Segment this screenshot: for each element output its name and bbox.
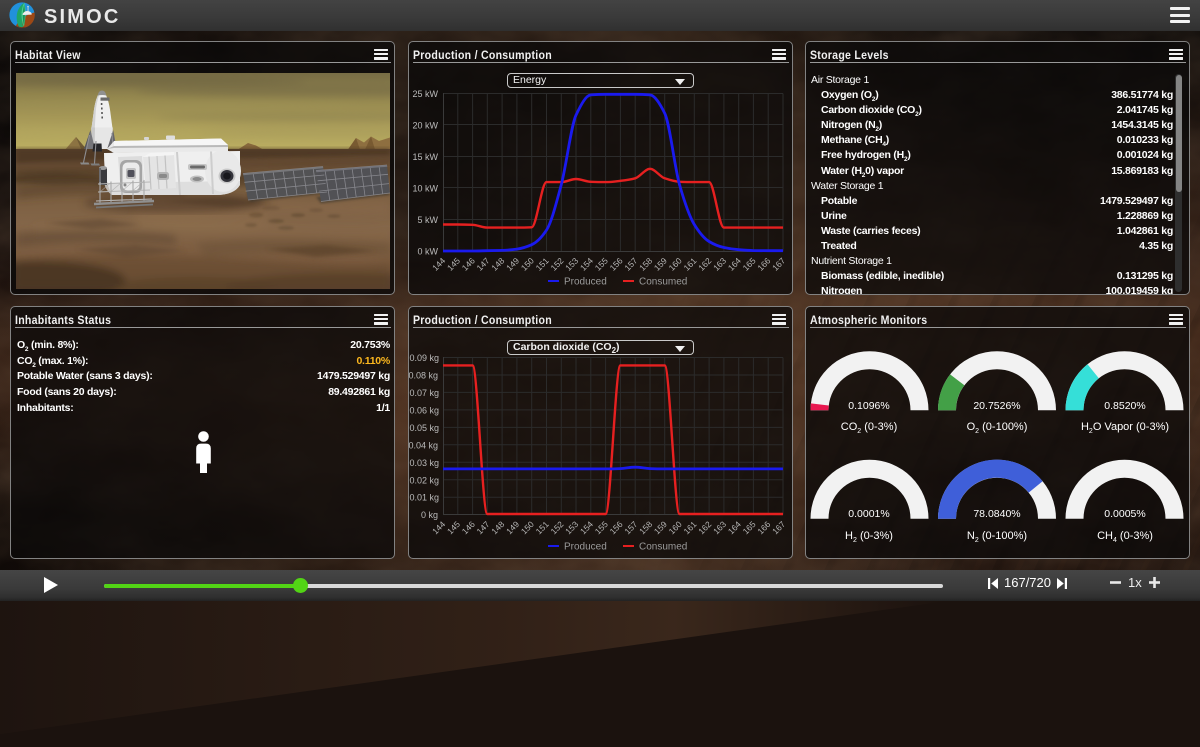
svg-text:158: 158 — [637, 519, 654, 536]
svg-text:153: 153 — [563, 519, 580, 536]
svg-text:144: 144 — [430, 519, 447, 536]
svg-text:166: 166 — [755, 255, 772, 272]
svg-text:159: 159 — [652, 255, 669, 272]
svg-text:149: 149 — [504, 519, 521, 536]
svg-text:166: 166 — [755, 519, 772, 536]
svg-text:0.09 kg: 0.09 kg — [409, 353, 439, 363]
svg-text:162: 162 — [696, 255, 713, 272]
svg-text:Produced: Produced — [564, 542, 607, 553]
svg-text:147: 147 — [474, 255, 491, 272]
svg-text:163: 163 — [711, 519, 728, 536]
svg-text:15 kW: 15 kW — [412, 152, 438, 162]
svg-text:148: 148 — [489, 255, 506, 272]
svg-text:152: 152 — [548, 519, 565, 536]
svg-text:157: 157 — [622, 519, 639, 536]
svg-text:0.08 kg: 0.08 kg — [408, 371, 438, 381]
svg-text:160: 160 — [667, 255, 684, 272]
svg-text:150: 150 — [519, 255, 536, 272]
svg-text:0 kg: 0 kg — [421, 510, 438, 520]
svg-text:145: 145 — [445, 519, 462, 536]
svg-text:164: 164 — [726, 519, 743, 536]
svg-text:165: 165 — [741, 255, 758, 272]
svg-text:0.06 kg: 0.06 kg — [409, 405, 439, 415]
svg-text:155: 155 — [593, 519, 610, 536]
svg-text:145: 145 — [445, 255, 462, 272]
svg-text:158: 158 — [637, 255, 654, 272]
svg-text:10 kW: 10 kW — [412, 184, 438, 194]
svg-text:147: 147 — [474, 519, 491, 536]
svg-text:146: 146 — [460, 519, 477, 536]
svg-text:148: 148 — [489, 519, 506, 536]
svg-text:162: 162 — [696, 519, 713, 536]
svg-text:156: 156 — [608, 519, 625, 536]
svg-text:153: 153 — [563, 255, 580, 272]
svg-text:Produced: Produced — [564, 277, 607, 288]
svg-text:0.04 kg: 0.04 kg — [408, 440, 438, 450]
svg-text:152: 152 — [548, 255, 565, 272]
svg-text:154: 154 — [578, 519, 595, 536]
svg-text:151: 151 — [534, 519, 551, 536]
svg-text:Consumed: Consumed — [639, 277, 687, 288]
svg-text:157: 157 — [622, 255, 639, 272]
svg-text:150: 150 — [519, 519, 536, 536]
svg-text:161: 161 — [681, 519, 698, 536]
svg-text:0.02 kg: 0.02 kg — [409, 475, 439, 485]
svg-text:167: 167 — [770, 519, 787, 536]
svg-text:165: 165 — [741, 519, 758, 536]
svg-text:155: 155 — [593, 255, 610, 272]
svg-text:25 kW: 25 kW — [412, 89, 438, 99]
svg-text:20 kW: 20 kW — [412, 121, 438, 131]
svg-text:167: 167 — [770, 255, 787, 272]
svg-text:151: 151 — [534, 255, 551, 272]
svg-text:5 kW: 5 kW — [417, 215, 438, 225]
svg-text:161: 161 — [681, 255, 698, 272]
svg-text:0 kW: 0 kW — [417, 247, 438, 257]
svg-text:149: 149 — [504, 255, 521, 272]
svg-text:164: 164 — [726, 255, 743, 272]
svg-text:154: 154 — [578, 255, 595, 272]
svg-text:163: 163 — [711, 255, 728, 272]
svg-text:160: 160 — [667, 519, 684, 536]
svg-text:0.01 kg: 0.01 kg — [409, 493, 439, 503]
svg-text:Consumed: Consumed — [639, 542, 687, 553]
svg-text:0.03 kg: 0.03 kg — [409, 458, 439, 468]
svg-text:146: 146 — [460, 255, 477, 272]
svg-text:159: 159 — [652, 519, 669, 536]
svg-text:156: 156 — [608, 255, 625, 272]
svg-text:0.07 kg: 0.07 kg — [409, 388, 439, 398]
svg-text:144: 144 — [430, 255, 447, 272]
svg-text:0.05 kg: 0.05 kg — [409, 423, 439, 433]
